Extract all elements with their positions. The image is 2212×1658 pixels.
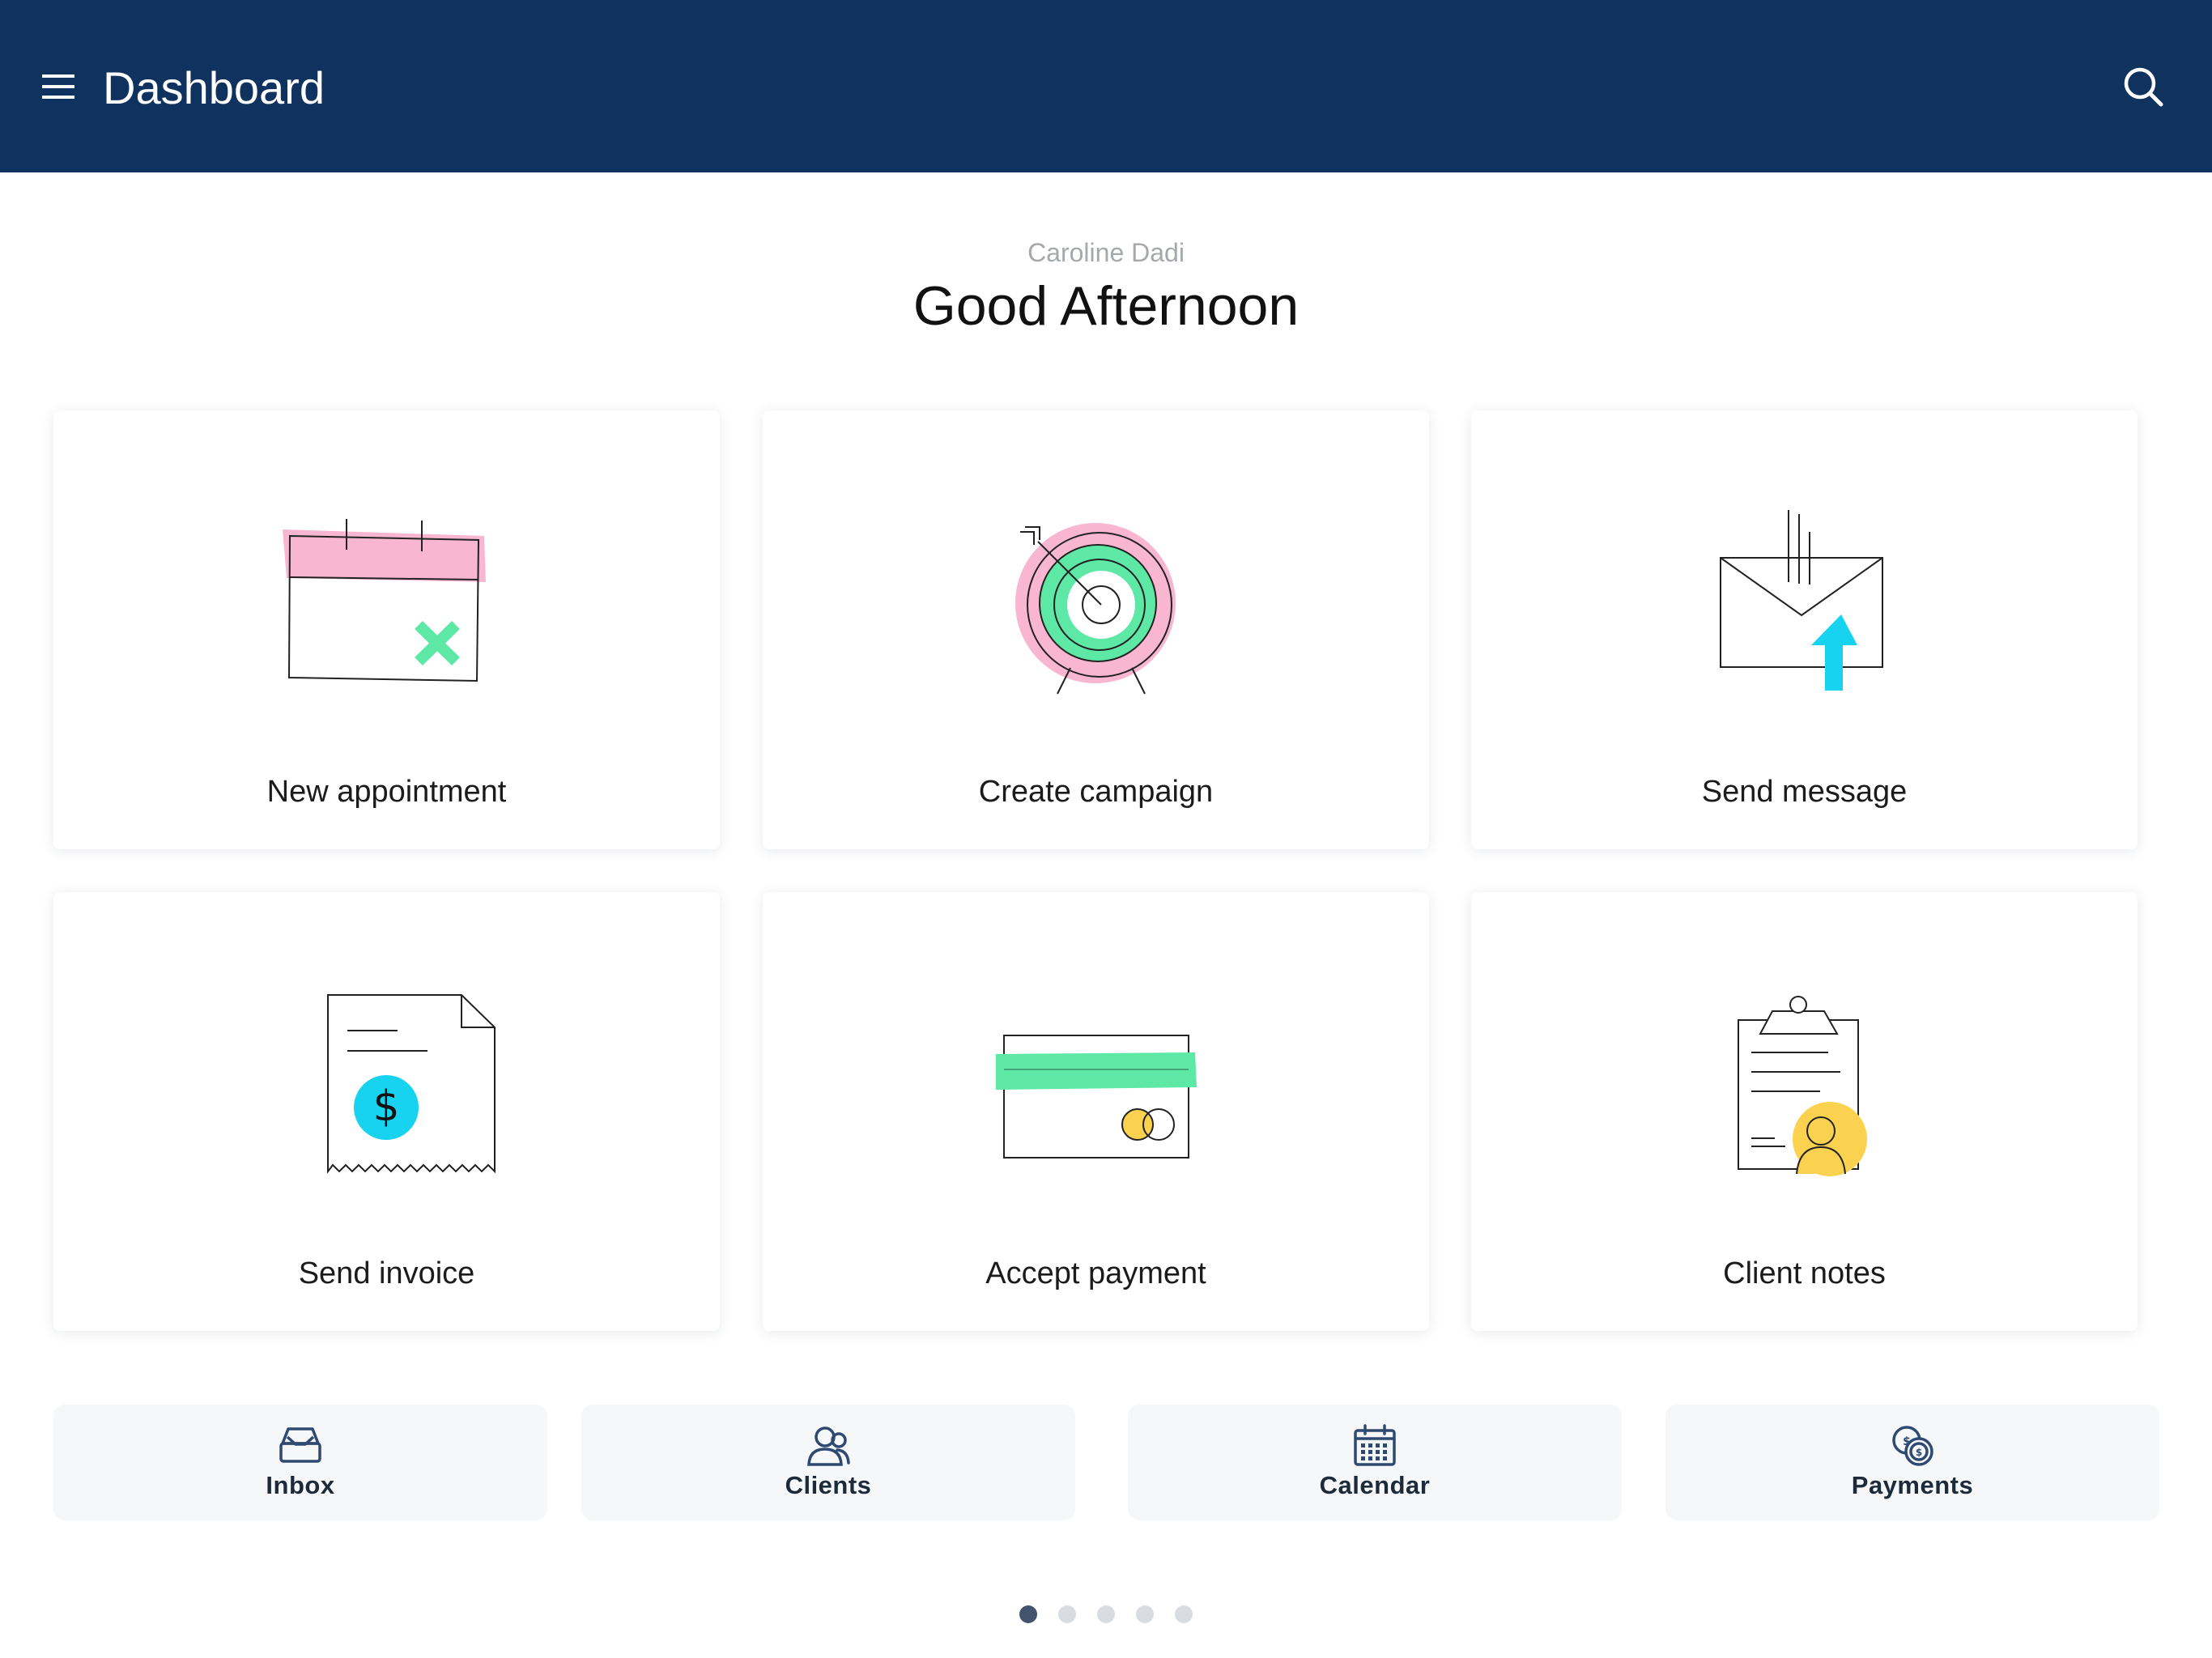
card-label: Client notes — [1723, 1256, 1886, 1290]
page-dot-5[interactable] — [1175, 1605, 1193, 1623]
card-label: New appointment — [266, 775, 507, 809]
quick-link-clients[interactable]: Clients — [581, 1405, 1075, 1520]
quick-link-calendar[interactable]: Calendar — [1128, 1405, 1622, 1520]
hamburger-menu-icon — [42, 74, 74, 99]
top-bar: Dashboard — [0, 0, 2212, 172]
send-message-card[interactable]: Send message — [1471, 410, 2138, 849]
accept-payment-card[interactable]: Accept payment — [763, 892, 1429, 1331]
new-appointment-card[interactable]: New appointment — [53, 410, 720, 849]
page-dot-4[interactable] — [1136, 1605, 1154, 1623]
page-dot-2[interactable] — [1058, 1605, 1076, 1623]
calendar-icon — [1354, 1424, 1396, 1466]
payments-icon: $ $ — [1892, 1426, 1933, 1466]
clients-icon — [807, 1426, 850, 1466]
user-name: Caroline Dadi — [1027, 238, 1185, 267]
card-label: Create campaign — [978, 775, 1214, 809]
search-button[interactable] — [2115, 58, 2172, 115]
svg-text:$: $ — [372, 1082, 399, 1131]
quick-link-label: Inbox — [266, 1471, 335, 1499]
envelope-send-illustration — [1720, 510, 1883, 691]
card-label: Accept payment — [985, 1256, 1206, 1290]
client-notes-card[interactable]: Client notes — [1471, 892, 2138, 1331]
page-title: Dashboard — [103, 62, 325, 113]
quick-link-payments[interactable]: $ $ Payments — [1665, 1405, 2159, 1520]
svg-text:$: $ — [1903, 1435, 1911, 1448]
pagination-dots — [0, 1605, 2212, 1623]
invoice-dollar-illustration: $ — [327, 994, 496, 1174]
search-icon — [2124, 67, 2163, 107]
svg-text:$: $ — [1916, 1447, 1922, 1458]
credit-card-illustration — [996, 1035, 1197, 1158]
page-dot-3[interactable] — [1097, 1605, 1115, 1623]
create-campaign-card[interactable]: Create campaign — [763, 410, 1429, 849]
card-label: Send message — [1701, 775, 1908, 809]
inbox-icon — [279, 1427, 321, 1463]
calendar-cancel-illustration — [283, 519, 486, 682]
quick-link-label: Clients — [785, 1471, 872, 1499]
send-invoice-card[interactable]: $ Send invoice — [53, 892, 720, 1331]
page-dot-1[interactable] — [1019, 1605, 1037, 1623]
card-label: Send invoice — [298, 1256, 475, 1290]
target-illustration — [1015, 523, 1176, 695]
menu-button[interactable] — [34, 58, 83, 115]
clipboard-client-illustration — [1738, 996, 1867, 1176]
greeting-message: Good Afternoon — [912, 275, 1300, 337]
quick-link-label: Payments — [1851, 1471, 1974, 1499]
quick-link-inbox[interactable]: Inbox — [53, 1405, 547, 1520]
quick-link-label: Calendar — [1319, 1471, 1431, 1499]
